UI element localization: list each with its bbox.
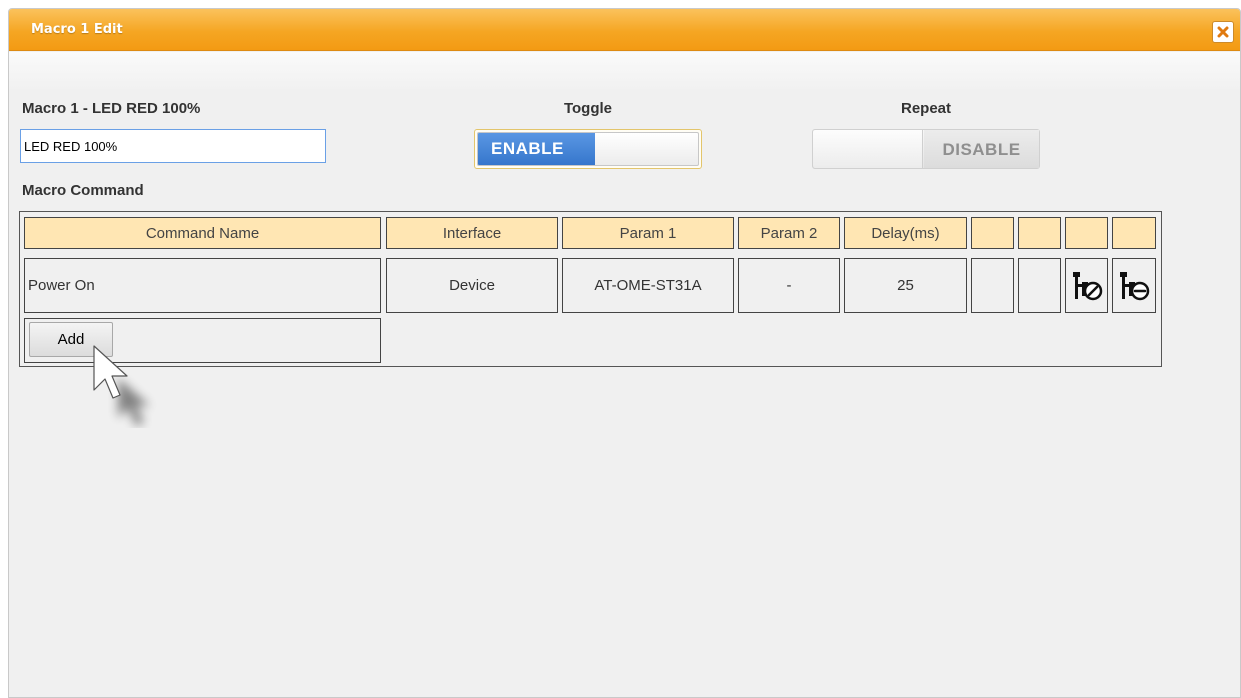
row-edit-cell[interactable] — [1065, 258, 1108, 313]
repeat-disable-state: DISABLE — [924, 130, 1039, 168]
macro-command-label: Macro Command — [22, 182, 144, 199]
repeat-switch[interactable]: DISABLE — [812, 129, 1040, 169]
row-blank-2 — [1018, 258, 1061, 313]
toggle-switch[interactable]: ENABLE — [474, 129, 702, 169]
macro-command-table: Command Name Interface Param 1 Param 2 D… — [19, 211, 1162, 367]
dialog-header-band — [9, 52, 1240, 92]
header-blank-2 — [1018, 217, 1061, 249]
mouse-pointer-icon — [93, 345, 150, 426]
add-row-cell: Add — [24, 318, 381, 363]
header-param2: Param 2 — [738, 217, 840, 249]
row-param1: AT-OME-ST31A — [562, 258, 734, 313]
header-blank-3 — [1065, 217, 1108, 249]
row-delay: 25 — [844, 258, 967, 313]
macro-heading: Macro 1 - LED RED 100% — [22, 100, 201, 117]
dialog-titlebar: Macro 1 Edit — [9, 9, 1240, 51]
row-blank-1 — [971, 258, 1014, 313]
row-param2: - — [738, 258, 840, 313]
close-button[interactable] — [1212, 21, 1234, 43]
row-command-name: Power On — [24, 258, 381, 313]
header-param1: Param 1 — [562, 217, 734, 249]
header-delay: Delay(ms) — [844, 217, 967, 249]
header-blank-4 — [1112, 217, 1156, 249]
toggle-label: Toggle — [563, 100, 613, 117]
dialog-title: Macro 1 Edit — [31, 22, 123, 37]
repeat-label: Repeat — [900, 100, 952, 117]
toggle-enable-state: ENABLE — [478, 133, 595, 165]
close-x-icon — [1217, 26, 1229, 38]
edit-command-icon[interactable] — [1070, 269, 1104, 303]
toggle-track: ENABLE — [477, 132, 699, 166]
header-command-name: Command Name — [24, 217, 381, 249]
macro-name-input[interactable] — [20, 129, 326, 163]
row-interface: Device — [386, 258, 558, 313]
repeat-switch-handle — [813, 130, 923, 168]
row-delete-cell[interactable] — [1112, 258, 1156, 313]
delete-command-icon[interactable] — [1117, 269, 1151, 303]
header-interface: Interface — [386, 217, 558, 249]
header-blank-1 — [971, 217, 1014, 249]
